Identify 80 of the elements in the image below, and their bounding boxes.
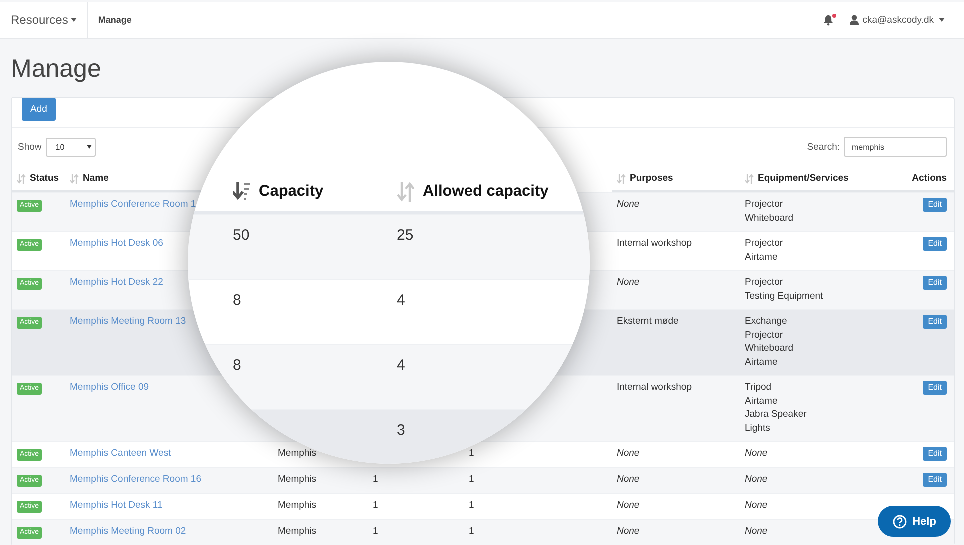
resource-link[interactable]: Memphis Hot Desk 11 [70,500,163,511]
sort-icon [17,174,26,184]
table-cell: 4 [397,292,406,309]
edit-button[interactable]: Edit [923,473,947,487]
caret-icon [71,18,78,22]
search-field[interactable]: memphis [844,137,947,157]
resource-link[interactable]: Memphis Meeting Room 02 [70,526,186,537]
resource-link[interactable]: Memphis Canteen West [70,448,172,459]
table-cell-text: None [745,473,769,486]
edit-button[interactable]: Edit [923,198,947,212]
table-cell-text: Projector Airtame [745,237,784,264]
page-title: Manage [11,54,102,85]
table-cell-text: None [745,447,769,460]
table-cell: 1 [469,500,474,511]
table-cell: Internal workshop [617,238,692,249]
resource-link[interactable]: Memphis Office 09 [70,382,150,393]
table-cell: Memphis [278,448,317,459]
table-cell: 1 [373,474,378,485]
dropdown-arrow-icon [86,145,92,149]
table-cell-text: Projector Whiteboard [745,198,795,225]
column-header[interactable]: Equipment/Services [745,173,849,184]
show-label: Show [18,142,42,152]
table-cell: 4 [397,357,406,374]
user-menu[interactable]: cka@askcody.dk [850,14,945,26]
table-cell: Memphis [278,500,317,511]
edit-button[interactable]: Edit [923,381,947,395]
bell-icon[interactable] [822,14,837,26]
resource-link[interactable]: Memphis Meeting Room 13 [70,316,186,327]
table-cell: None [617,474,640,485]
table-cell: None [617,277,640,288]
resource-link[interactable]: Memphis Conference Room 1 [70,199,196,210]
page-size-select[interactable]: 10 [46,138,96,156]
table-cell: 1 [469,474,474,485]
table-cell: Memphis [278,474,317,485]
resource-link[interactable]: Memphis Hot Desk 22 [70,277,164,288]
user-icon [850,15,859,25]
table-cell: Memphis [278,526,317,537]
column-header[interactable]: Purposes [617,173,674,184]
search-label: Search: [807,142,840,152]
resource-link[interactable]: Memphis Hot Desk 06 [70,238,164,249]
table-cell: 8 [233,292,242,309]
column-header[interactable]: Name [70,173,109,184]
table-cell: 3 [397,422,406,439]
table-cell: None [617,448,640,459]
column-header[interactable]: Capacity [233,179,397,205]
table-cell: 1 [469,448,474,459]
table-cell-text: Exchange Projector Whiteboard Airtame [745,315,795,369]
sort-icon [70,174,79,184]
table-cell-text: None [745,525,769,538]
add-button[interactable]: Add [22,98,56,121]
table-cell: None [617,526,640,537]
edit-button[interactable]: Edit [923,237,947,251]
table-cell: 8 [233,357,242,374]
edit-button[interactable]: Edit [923,447,947,461]
table-cell: Internal workshop [617,382,692,393]
table-cell-text: Projector Testing Equipment [745,276,824,303]
table-cell: 25 [397,227,414,244]
sort-icon [397,182,415,202]
help-button[interactable]: Help [878,506,951,537]
column-header: Actions [912,173,947,184]
breadcrumb: Manage [98,15,132,25]
sort-icon [745,174,754,184]
table-cell: 1 [469,526,474,537]
table-cell: None [617,199,640,210]
table-cell: 50 [233,227,250,244]
sort-descending-icon [233,182,251,202]
question-icon [892,514,907,528]
table-cell: 1 [373,500,378,511]
table-cell-text: Tripod Airtame Jabra Speaker Lights [745,381,808,435]
table-cell-text: None [745,499,769,512]
sort-icon [617,174,626,184]
resource-link[interactable]: Memphis Conference Room 16 [70,474,202,485]
edit-button[interactable]: Edit [923,315,947,329]
table-cell: 1 [373,526,378,537]
table-cell: Eksternt møde [617,316,679,327]
edit-button[interactable]: Edit [923,276,947,290]
column-header[interactable]: Status [17,173,60,184]
caret-icon [939,18,945,22]
column-header[interactable]: Allowed capacity [397,179,549,205]
table-cell: None [617,500,640,511]
